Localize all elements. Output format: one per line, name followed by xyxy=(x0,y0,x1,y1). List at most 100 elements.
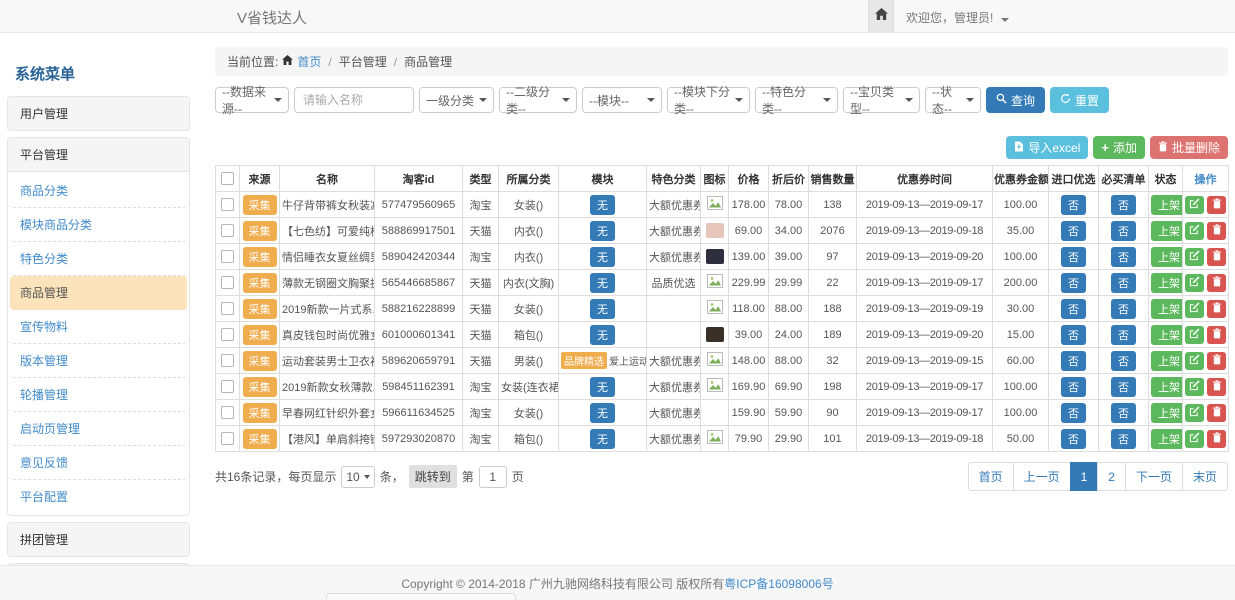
must-buy-toggle[interactable]: 否 xyxy=(1111,403,1136,423)
sidebar-item[interactable]: 轮播管理 xyxy=(10,378,187,412)
must-buy-toggle[interactable]: 否 xyxy=(1111,299,1136,319)
item-type-select[interactable]: --宝贝类型-- xyxy=(843,87,920,113)
name-search-input[interactable] xyxy=(294,87,414,113)
level1-category-select[interactable]: 一级分类 xyxy=(419,87,494,113)
last-page-button[interactable]: 末页 xyxy=(1182,462,1228,491)
module-subcategory-select[interactable]: --模块下分类-- xyxy=(667,87,750,113)
status-button[interactable]: 上架 xyxy=(1151,351,1183,371)
sidebar-item[interactable]: 平台配置 xyxy=(10,480,187,513)
row-checkbox[interactable] xyxy=(221,302,234,315)
sidebar-group-header[interactable]: 平台管理 xyxy=(8,138,189,171)
status-button[interactable]: 上架 xyxy=(1151,403,1183,423)
select-all-checkbox[interactable] xyxy=(221,172,234,185)
sidebar-item[interactable]: 商品分类 xyxy=(10,174,187,208)
import-select-toggle[interactable]: 否 xyxy=(1061,429,1086,449)
import-select-toggle[interactable]: 否 xyxy=(1061,221,1086,241)
edit-button[interactable] xyxy=(1185,378,1204,396)
row-checkbox[interactable] xyxy=(221,380,234,393)
row-checkbox[interactable] xyxy=(221,250,234,263)
status-button[interactable]: 上架 xyxy=(1151,377,1183,397)
must-buy-toggle[interactable]: 否 xyxy=(1111,221,1136,241)
row-checkbox[interactable] xyxy=(221,432,234,445)
status-button[interactable]: 上架 xyxy=(1151,221,1183,241)
sidebar-group-header[interactable]: 拼团管理 xyxy=(8,523,189,556)
must-buy-toggle[interactable]: 否 xyxy=(1111,377,1136,397)
level2-category-select[interactable]: --二级分类-- xyxy=(499,87,577,113)
edit-button[interactable] xyxy=(1185,326,1204,344)
delete-button[interactable] xyxy=(1207,378,1226,396)
import-excel-button[interactable]: 导入excel xyxy=(1006,136,1088,159)
delete-button[interactable] xyxy=(1207,352,1226,370)
delete-button[interactable] xyxy=(1207,274,1226,292)
import-select-toggle[interactable]: 否 xyxy=(1061,273,1086,293)
edit-button[interactable] xyxy=(1185,222,1204,240)
delete-button[interactable] xyxy=(1207,196,1226,214)
special-category-select[interactable]: --特色分类-- xyxy=(755,87,838,113)
sidebar-group-header[interactable]: 用户管理 xyxy=(8,97,189,130)
import-select-toggle[interactable]: 否 xyxy=(1061,325,1086,345)
row-checkbox[interactable] xyxy=(221,354,234,367)
add-button[interactable]: + 添加 xyxy=(1093,136,1145,159)
row-checkbox[interactable] xyxy=(221,224,234,237)
first-page-button[interactable]: 首页 xyxy=(968,462,1014,491)
module-select[interactable]: --模块-- xyxy=(582,87,662,113)
import-select-toggle[interactable]: 否 xyxy=(1061,299,1086,319)
row-checkbox[interactable] xyxy=(221,198,234,211)
edit-button[interactable] xyxy=(1185,248,1204,266)
prev-page-button[interactable]: 上一页 xyxy=(1013,462,1071,491)
status-button[interactable]: 上架 xyxy=(1151,247,1183,267)
reset-button[interactable]: 重置 xyxy=(1050,87,1109,113)
status-button[interactable]: 上架 xyxy=(1151,429,1183,449)
edit-button[interactable] xyxy=(1185,274,1204,292)
page-button[interactable]: 1 xyxy=(1070,462,1099,491)
jump-button[interactable]: 跳转到 xyxy=(409,465,457,488)
batch-delete-button[interactable]: 批量删除 xyxy=(1150,136,1228,159)
home-button[interactable] xyxy=(868,0,894,32)
user-menu[interactable]: 欢迎您，管理员! xyxy=(906,9,1009,26)
status-button[interactable]: 上架 xyxy=(1151,325,1183,345)
edit-button[interactable] xyxy=(1185,196,1204,214)
import-select-toggle[interactable]: 否 xyxy=(1061,403,1086,423)
status-button[interactable]: 上架 xyxy=(1151,273,1183,293)
breadcrumb-home-link[interactable]: 首页 xyxy=(297,53,321,70)
import-select-toggle[interactable]: 否 xyxy=(1061,247,1086,267)
sidebar-item[interactable]: 商品管理 xyxy=(10,276,187,310)
data-source-select[interactable]: --数据来源-- xyxy=(215,87,289,113)
sidebar-item[interactable]: 启动页管理 xyxy=(10,412,187,446)
icp-link[interactable]: 粤ICP备16098006号 xyxy=(724,577,833,591)
sidebar-item[interactable]: 模块商品分类 xyxy=(10,208,187,242)
sidebar-item[interactable]: 特色分类 xyxy=(10,242,187,276)
row-checkbox[interactable] xyxy=(221,406,234,419)
sidebar-item[interactable]: 版本管理 xyxy=(10,344,187,378)
sidebar-item[interactable]: 意见反馈 xyxy=(10,446,187,480)
edit-button[interactable] xyxy=(1185,300,1204,318)
must-buy-toggle[interactable]: 否 xyxy=(1111,351,1136,371)
delete-button[interactable] xyxy=(1207,300,1226,318)
row-checkbox[interactable] xyxy=(221,328,234,341)
status-button[interactable]: 上架 xyxy=(1151,299,1183,319)
import-select-toggle[interactable]: 否 xyxy=(1061,195,1086,215)
row-checkbox[interactable] xyxy=(221,276,234,289)
per-page-select[interactable]: 10 xyxy=(341,466,374,488)
next-page-button[interactable]: 下一页 xyxy=(1125,462,1183,491)
edit-button[interactable] xyxy=(1185,404,1204,422)
status-button[interactable]: 上架 xyxy=(1151,195,1183,215)
delete-button[interactable] xyxy=(1207,326,1226,344)
delete-button[interactable] xyxy=(1207,430,1226,448)
page-button[interactable]: 2 xyxy=(1097,462,1126,491)
search-button[interactable]: 查询 xyxy=(986,87,1045,113)
delete-button[interactable] xyxy=(1207,222,1226,240)
must-buy-toggle[interactable]: 否 xyxy=(1111,325,1136,345)
must-buy-toggle[interactable]: 否 xyxy=(1111,195,1136,215)
must-buy-toggle[interactable]: 否 xyxy=(1111,429,1136,449)
delete-button[interactable] xyxy=(1207,404,1226,422)
status-select[interactable]: --状态-- xyxy=(925,87,981,113)
delete-button[interactable] xyxy=(1207,248,1226,266)
edit-button[interactable] xyxy=(1185,352,1204,370)
edit-button[interactable] xyxy=(1185,430,1204,448)
page-number-input[interactable] xyxy=(479,466,507,488)
import-select-toggle[interactable]: 否 xyxy=(1061,377,1086,397)
must-buy-toggle[interactable]: 否 xyxy=(1111,247,1136,267)
must-buy-toggle[interactable]: 否 xyxy=(1111,273,1136,293)
import-select-toggle[interactable]: 否 xyxy=(1061,351,1086,371)
